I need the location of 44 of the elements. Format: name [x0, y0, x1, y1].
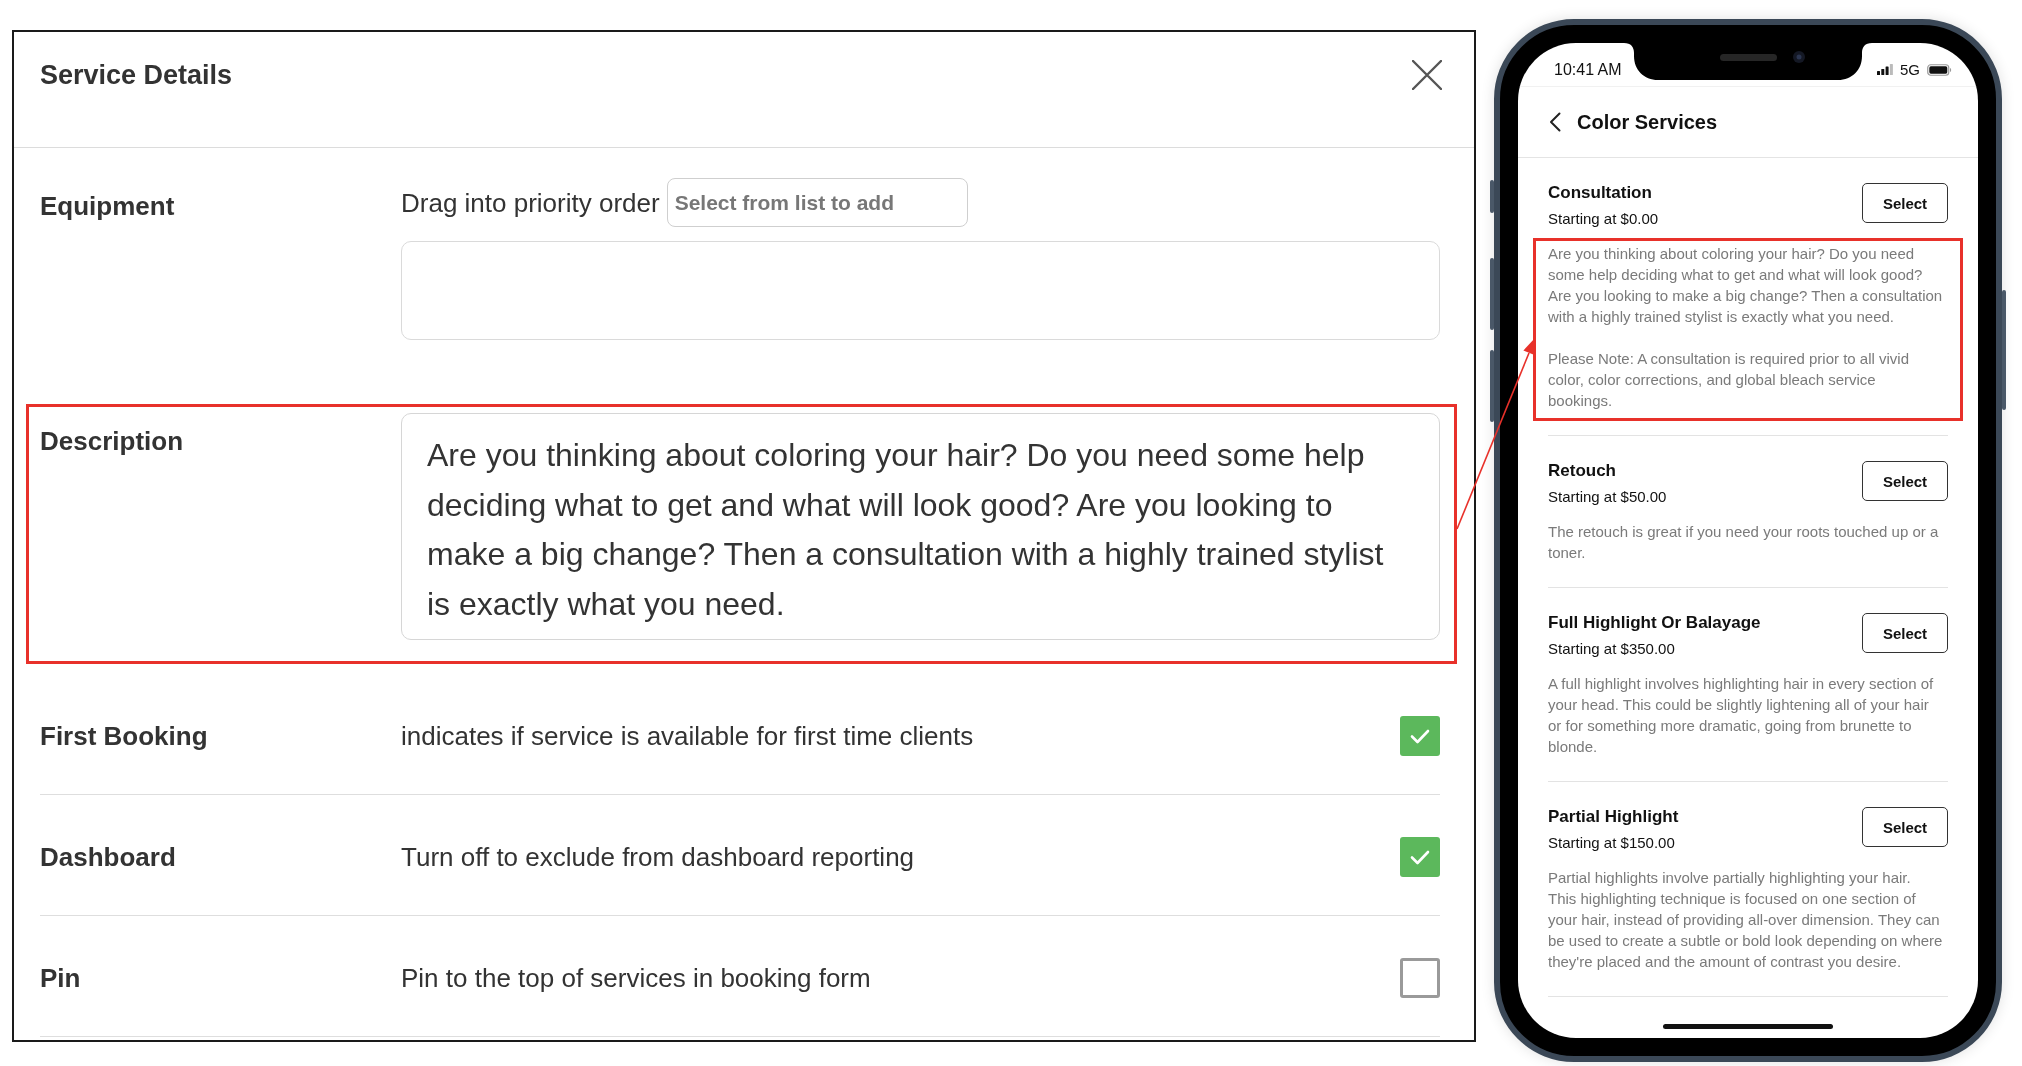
select-button[interactable]: Select	[1862, 461, 1948, 501]
service-description: Are you thinking about coloring your hair? Do you need some help deciding what to get and what will look good? Are you looking to make a big change? Then a consultation with a highly trained stylist is exactly what you need.	[1548, 243, 1943, 327]
description-field[interactable]: Are you thinking about coloring your hair? Do you need some help deciding what to get and what will look good? Are you looking to make a big change? Then a consultation with a highly trained stylist is exactly what you need.	[401, 413, 1440, 641]
service-description: Partial highlights involve partially highlighting your hair. This highlighting technique is focused on one section of your hair, instead of providing all-over dimension. They can be used to create a subtle or bold look depending on where they're placed and the amount of contrast you desire.	[1548, 867, 1943, 972]
phone-side-button[interactable]	[1490, 180, 1494, 213]
status-time: 10:41 AM	[1554, 60, 1622, 79]
helper-text: indicates if service is available for first time clients	[401, 720, 975, 753]
service-price: Starting at $50.00	[1548, 487, 1667, 507]
service-name: Full Highlight Or Balayage	[1548, 612, 1761, 634]
helper-text: Pin to the top of services in booking form	[401, 962, 872, 995]
select-button[interactable]: Select	[1862, 613, 1948, 653]
close-button[interactable]	[1412, 60, 1442, 90]
field-label: Description	[40, 425, 185, 457]
service-name: Consultation	[1548, 182, 1653, 204]
field-label: Dashboard	[40, 841, 177, 874]
network-type: 5G	[1900, 61, 1920, 78]
service-price: Starting at $0.00	[1548, 209, 1659, 229]
checkbox[interactable]	[1400, 716, 1440, 757]
select-button[interactable]: Select	[1862, 807, 1948, 847]
checkbox[interactable]	[1400, 837, 1440, 878]
service-name: Partial Highlight	[1548, 806, 1679, 828]
close-icon	[1412, 60, 1442, 90]
select-field[interactable]: Select from list to add	[666, 178, 968, 227]
dialog-title: Service Details	[40, 59, 233, 92]
field-label: Equipment	[40, 190, 176, 222]
service-name: Retouch	[1548, 460, 1617, 482]
field-label: Pin	[40, 962, 82, 995]
helper-text: Turn off to exclude from dashboard reporting	[401, 841, 916, 874]
service-description: The retouch is great if you need your roots touched up or a toner.	[1548, 521, 1940, 563]
field-label: First Booking	[40, 720, 209, 753]
back-icon[interactable]	[1549, 112, 1561, 132]
checkbox[interactable]	[1400, 958, 1440, 999]
equipment-list-field[interactable]	[401, 241, 1440, 340]
service-price: Starting at $150.00	[1548, 833, 1676, 853]
service-description: A full highlight involves highlighting hair in every section of your head. This could be slightly lightening all of your hair or for something more dramatic, going from brunette to blonde.	[1548, 673, 1935, 757]
service-description: Please Note: A consultation is required prior to all vivid color, color corrections, and global bleach service bookings.	[1548, 348, 1911, 411]
battery-icon	[1927, 63, 1952, 76]
signal-icon	[1877, 64, 1893, 75]
service-price: Starting at $350.00	[1548, 639, 1676, 659]
check-icon	[1410, 849, 1430, 865]
select-button[interactable]: Select	[1862, 183, 1948, 223]
helper-text: Drag into priority order	[401, 186, 660, 219]
check-icon	[1410, 728, 1430, 744]
screen-title: Color Services	[1577, 110, 1718, 134]
